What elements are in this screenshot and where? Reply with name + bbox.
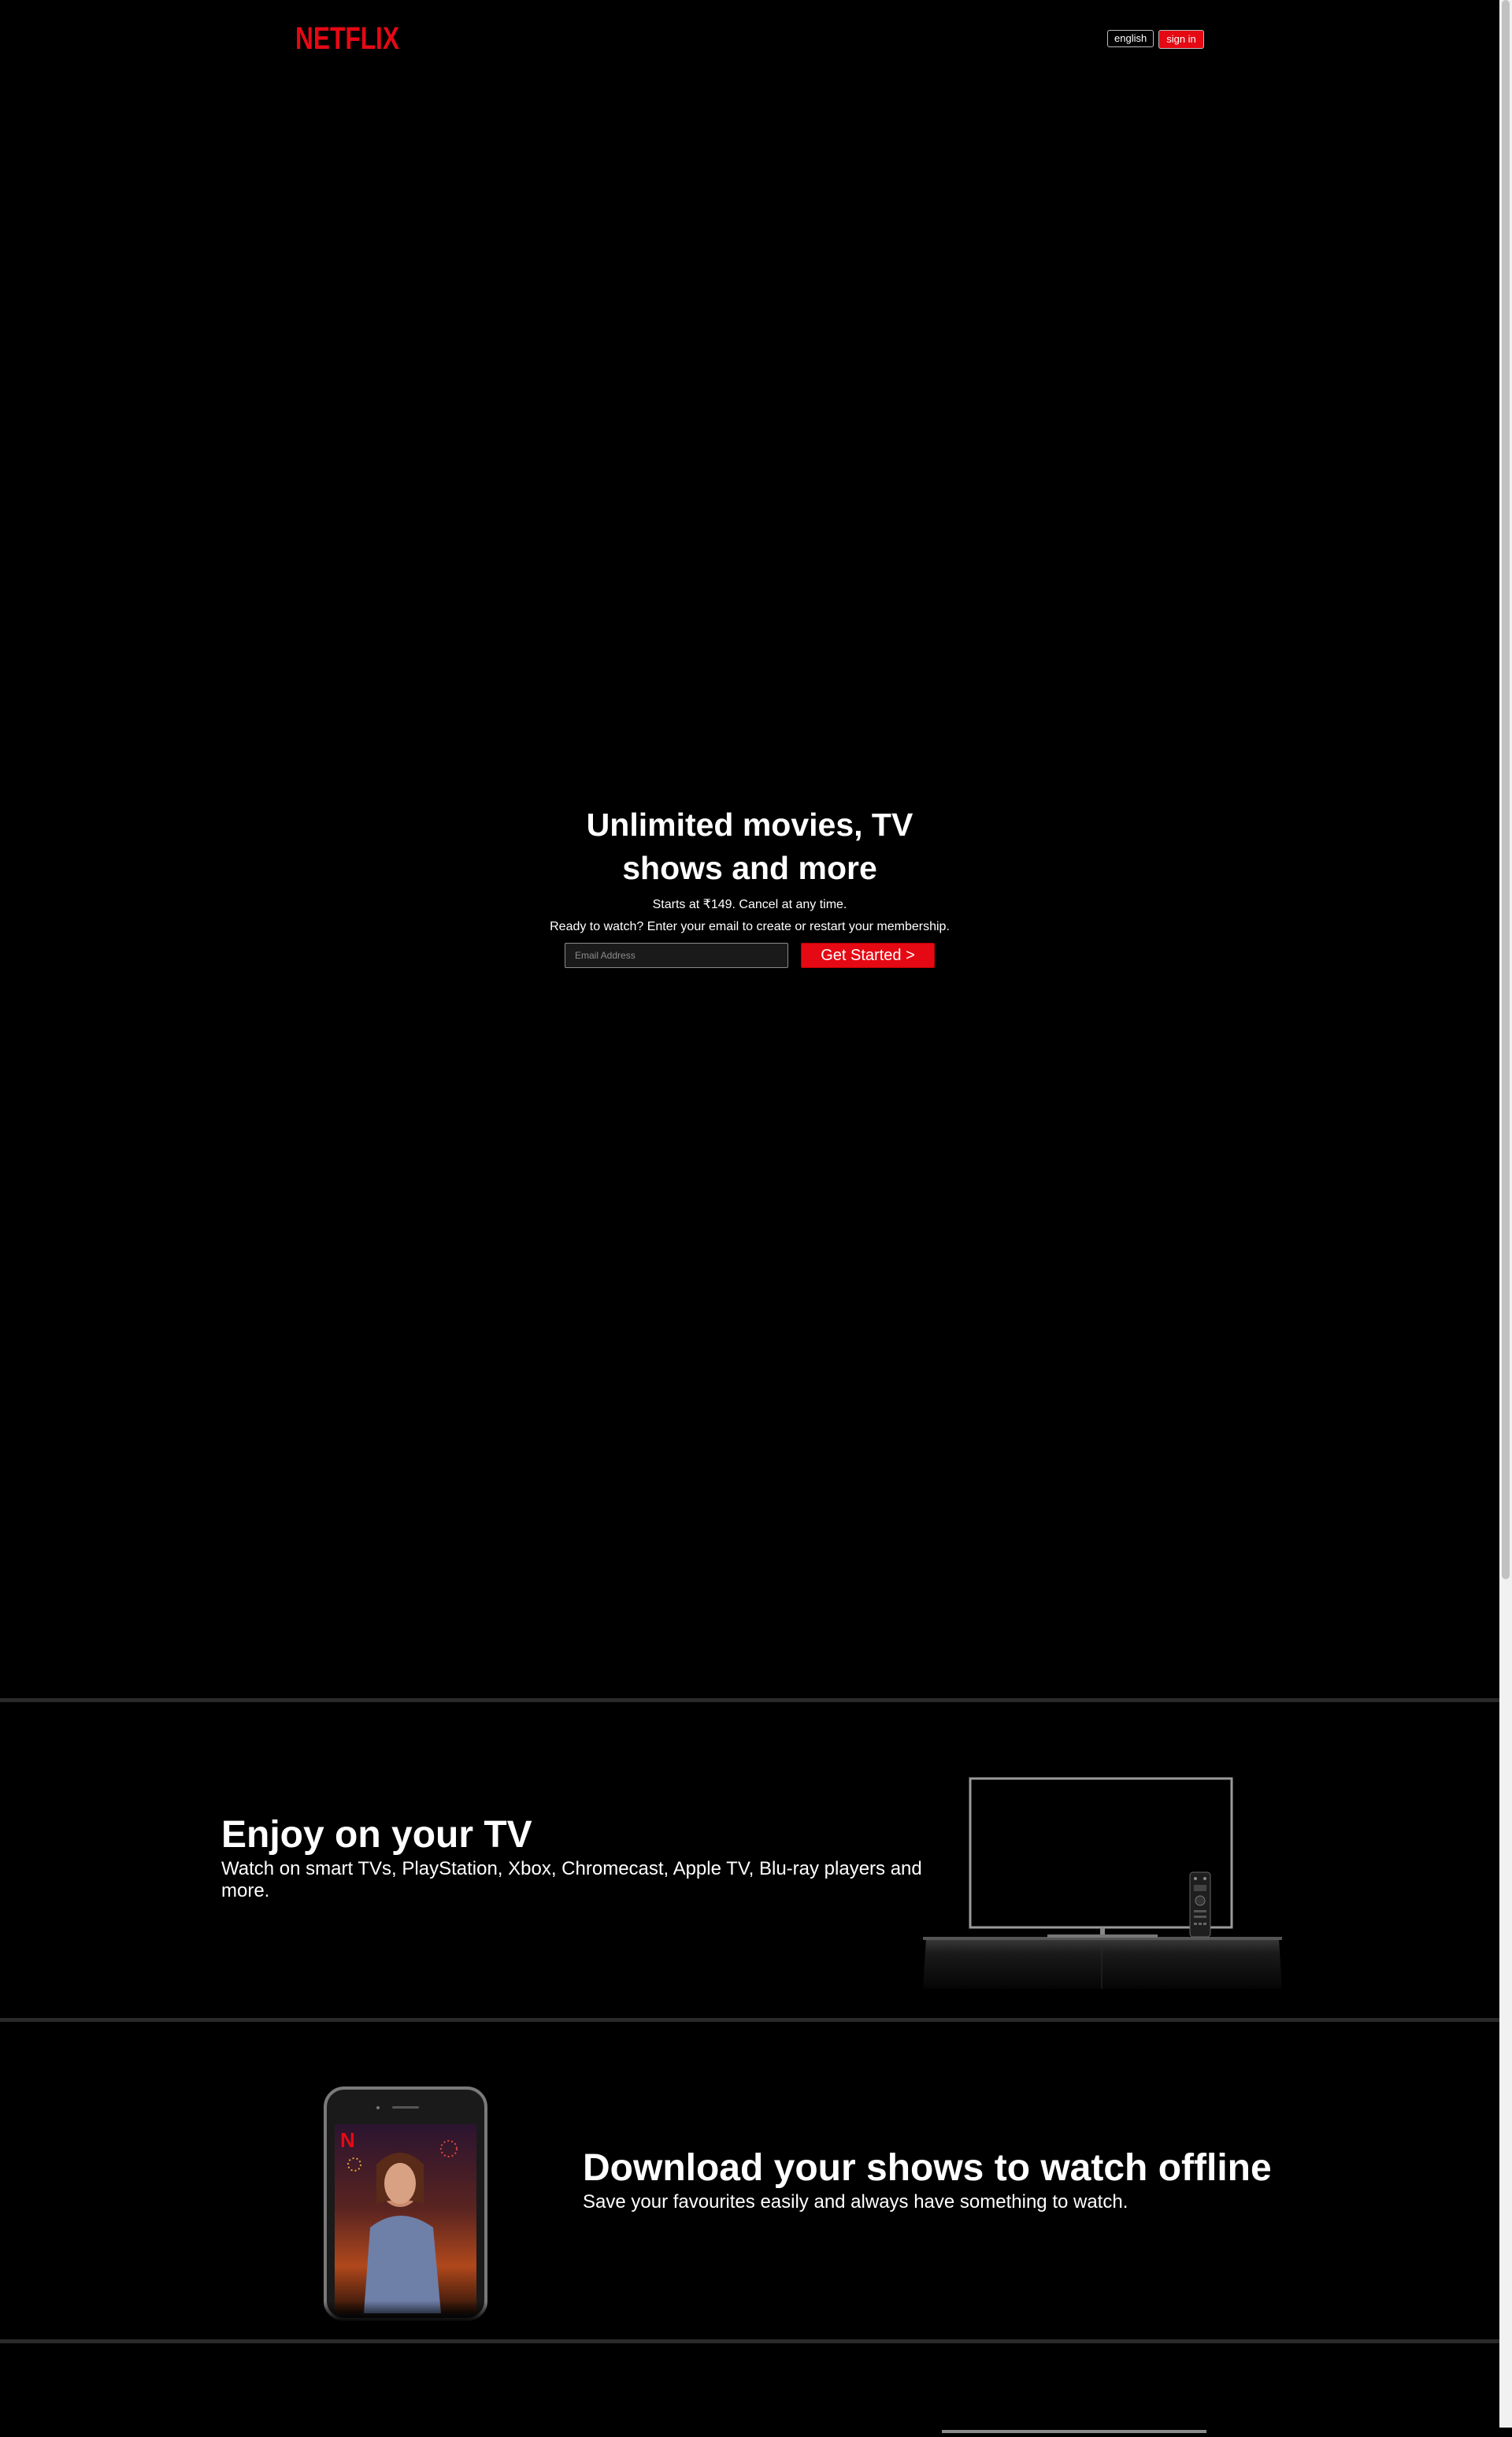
hero-title: Unlimited movies, TV shows and more — [586, 807, 914, 886]
tv-feature-text: Enjoy on your TV Watch on smart TVs, Pla… — [221, 1814, 946, 1902]
netflix-logo-icon: NETFLIX — [295, 21, 399, 56]
device-frame-icon — [942, 2430, 1206, 2433]
section-divider — [0, 2018, 1499, 2022]
section-divider — [0, 2339, 1499, 2343]
next-section-illustration — [942, 2423, 1206, 2433]
hero-subtitle: Starts at ₹149. Cancel at any time. — [652, 898, 847, 911]
phone-illustration: N — [323, 2086, 488, 2322]
get-started-button[interactable]: Get Started > — [801, 943, 935, 968]
netflix-logo[interactable]: NETFLIX — [295, 20, 402, 56]
download-feature-text: Download your shows to watch offline Sav… — [583, 2147, 1339, 2213]
download-feature-description: Save your favourites easily and always h… — [583, 2191, 1128, 2213]
tv-illustration — [921, 1776, 1284, 1993]
tv-feature-description: Watch on smart TVs, PlayStation, Xbox, C… — [221, 1858, 922, 1901]
page-scrollbar[interactable] — [1499, 0, 1512, 2428]
hero-ready-text: Ready to watch? Enter your email to crea… — [550, 920, 950, 933]
sign-in-button[interactable]: sign in — [1158, 30, 1204, 49]
section-divider — [0, 1698, 1499, 1702]
logo-text: NETFLIX — [295, 21, 399, 54]
tv-feature-title: Enjoy on your TV — [221, 1814, 532, 1856]
svg-text:N: N — [340, 2128, 355, 2152]
header-actions: english sign in — [1107, 30, 1204, 49]
phone-icon: N — [324, 2086, 487, 2322]
email-signup-form: Get Started > — [0, 943, 1499, 968]
scrollbar-thumb[interactable] — [1502, 0, 1510, 1579]
tv-icon — [923, 1777, 1282, 1989]
hero-section: Unlimited movies, TV shows and more Star… — [0, 803, 1499, 968]
email-input[interactable] — [565, 943, 788, 968]
language-select-button[interactable]: english — [1107, 30, 1154, 47]
download-feature-title: Download your shows to watch offline — [583, 2147, 1272, 2189]
